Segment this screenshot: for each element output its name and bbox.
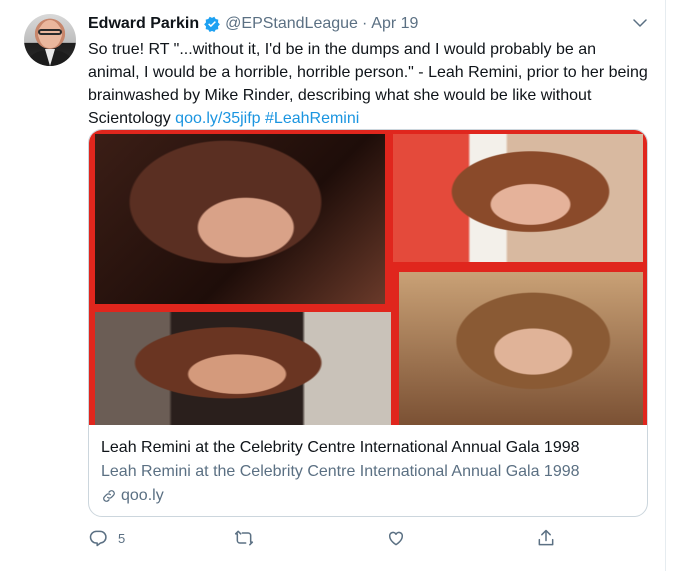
tweet[interactable]: Edward Parkin @EPStandLeague · Apr 19 So…	[0, 0, 666, 571]
card-media[interactable]	[89, 130, 647, 425]
share-button[interactable]	[536, 528, 556, 548]
card-domain-text: qoo.ly	[121, 487, 164, 504]
tweet-link[interactable]: qoo.ly/35jifp	[175, 110, 260, 127]
photo-bottom-left	[95, 312, 391, 425]
card-title: Leah Remini at the Celebrity Centre Inte…	[101, 439, 580, 456]
photo-top-left	[95, 134, 385, 304]
separator-dot: ·	[361, 15, 368, 32]
photo-top-right	[393, 134, 643, 262]
author-handle[interactable]: @EPStandLeague	[225, 14, 358, 34]
verified-badge-icon	[204, 16, 221, 33]
tweet-text: So true! RT "...without it, I'd be in th…	[88, 38, 648, 130]
chevron-down-icon[interactable]	[631, 14, 649, 32]
hashtag-link[interactable]: #LeahRemini	[265, 110, 359, 127]
card-info: Leah Remini at the Celebrity Centre Inte…	[89, 425, 647, 507]
reply-icon	[89, 530, 107, 547]
tweet-body: So true! RT "...without it, I'd be in th…	[88, 41, 648, 127]
retweet-button[interactable]	[234, 528, 254, 548]
avatar[interactable]	[24, 14, 76, 66]
photo-bottom-right	[399, 272, 643, 425]
author-name[interactable]: Edward Parkin	[88, 14, 199, 34]
share-icon	[538, 529, 554, 546]
card-domain: qoo.ly	[101, 485, 635, 507]
like-button[interactable]	[386, 528, 406, 548]
link-icon	[103, 490, 115, 502]
like-icon	[388, 531, 404, 546]
link-card[interactable]: Leah Remini at the Celebrity Centre Inte…	[88, 129, 648, 517]
tweet-header: Edward Parkin @EPStandLeague · Apr 19	[88, 14, 418, 34]
reply-count: 5	[118, 530, 126, 546]
retweet-icon	[234, 530, 254, 546]
card-description: Leah Remini at the Celebrity Centre Inte…	[101, 463, 580, 480]
avatar-glasses	[38, 29, 62, 35]
reply-button[interactable]: 5	[88, 528, 125, 548]
tweet-date[interactable]: Apr 19	[371, 14, 418, 34]
